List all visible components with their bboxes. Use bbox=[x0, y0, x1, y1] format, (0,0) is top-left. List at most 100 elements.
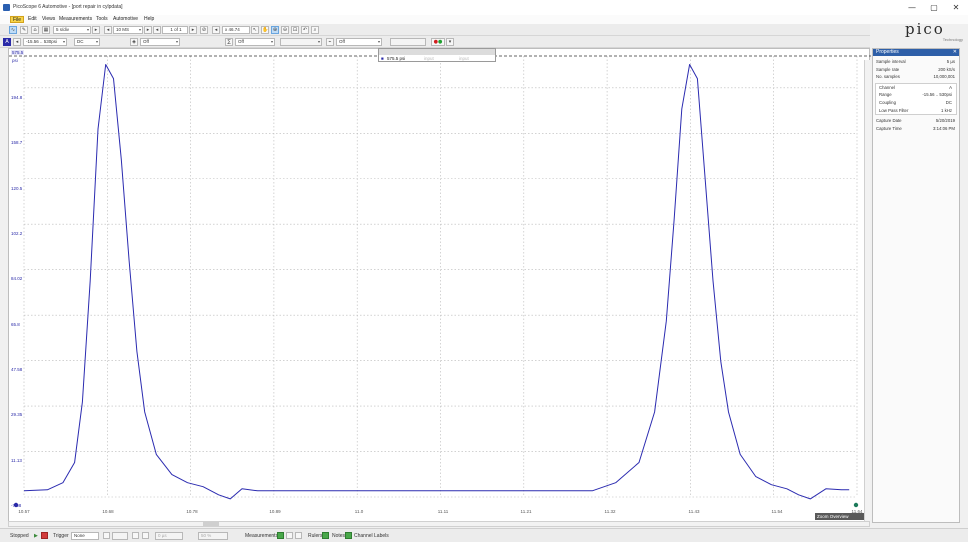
notes-toggle[interactable] bbox=[345, 532, 352, 539]
x-tick-label: 10.57 bbox=[18, 509, 30, 514]
probe-icon[interactable]: ◂ bbox=[13, 38, 21, 46]
time-ruler-handle bbox=[853, 502, 859, 508]
math-icon[interactable]: ∑ bbox=[225, 38, 233, 46]
zoom-level[interactable]: x 46.74 bbox=[222, 26, 250, 34]
rulers-toggle[interactable] bbox=[322, 532, 329, 539]
close-icon[interactable]: ✕ bbox=[953, 49, 957, 56]
ruler-value-badge[interactable]: 575.5 bbox=[11, 50, 25, 55]
menu-bar: File Edit Views Measurements Tools Autom… bbox=[0, 15, 968, 24]
pico-logo: pico Technology bbox=[905, 20, 963, 42]
buffer-prev-icon[interactable]: ◂ bbox=[153, 26, 161, 34]
probe-select: ▾ bbox=[280, 38, 322, 46]
trigger-edge-icon[interactable] bbox=[103, 532, 110, 539]
measurements-label: Measurements bbox=[245, 533, 279, 539]
ruler-value: 575.5 psi bbox=[387, 56, 406, 61]
stop-button[interactable] bbox=[41, 532, 48, 539]
buffer-next-icon[interactable]: ▸ bbox=[189, 26, 197, 34]
channel-a-badge[interactable]: A bbox=[3, 38, 11, 46]
play-icon[interactable]: ▶ bbox=[34, 533, 38, 539]
select-tool-icon[interactable]: ↖ bbox=[251, 26, 259, 34]
y-tick-label: 194.8 bbox=[11, 95, 23, 100]
maximize-button[interactable]: ▢ bbox=[925, 2, 943, 13]
zoom-decrease-icon[interactable]: ◂ bbox=[212, 26, 220, 34]
trigger-icon[interactable]: ⌁ bbox=[326, 38, 334, 46]
trigger-source-select[interactable]: Off ▾ bbox=[336, 38, 382, 46]
trigger-rising-icon[interactable] bbox=[132, 532, 139, 539]
zoom-region-icon[interactable]: ⊡ bbox=[291, 26, 299, 34]
scope-view[interactable]: 575.5 psi 194.8 158.7 120.5 102.2 84.02 … bbox=[8, 48, 871, 524]
samples-decrease-icon[interactable]: ◂ bbox=[104, 26, 112, 34]
filter-icon[interactable]: ◈ bbox=[130, 38, 138, 46]
horizontal-scrollbar[interactable] bbox=[8, 521, 870, 527]
hand-tool-icon[interactable]: ✋ bbox=[261, 26, 269, 34]
trigger-channel-select bbox=[112, 532, 128, 540]
ruler-legend-table[interactable]: ■ 575.5 psi input input bbox=[378, 48, 496, 62]
math-select[interactable]: Off ▾ bbox=[235, 38, 275, 46]
properties-panel: Properties ✕ Sample interval 5 µs Sample … bbox=[872, 48, 960, 523]
close-button[interactable]: ✕ bbox=[947, 2, 965, 13]
x-tick-label: 11.11 bbox=[437, 509, 449, 514]
menu-measurements[interactable]: Measurements bbox=[57, 16, 94, 23]
minimize-button[interactable]: — bbox=[903, 2, 921, 13]
zoom-fit-icon[interactable]: ⌕ bbox=[311, 26, 319, 34]
y-tick-label: -7.08 bbox=[11, 503, 22, 508]
persistence-icon[interactable]: ✎ bbox=[20, 26, 28, 34]
timebase-decrease-icon[interactable]: ▸ bbox=[92, 26, 100, 34]
channel-toolbar: A ◂ -15.56 .. 530psi ▾ DC ▾ ◈ Off ▾ ∑ Off ▾ … bbox=[0, 36, 870, 48]
title-bar: PicoScope 6 Automotive - [port repair in… bbox=[0, 0, 968, 15]
waveform-plot[interactable] bbox=[9, 49, 871, 524]
menu-edit[interactable]: Edit bbox=[26, 16, 39, 23]
capture-properties: Capture Date 5/20/2019 Capture Time 3:14:0… bbox=[876, 118, 955, 131]
y-tick-label: 84.02 bbox=[11, 276, 23, 281]
menu-views[interactable]: Views bbox=[40, 16, 57, 23]
menu-tools[interactable]: Tools bbox=[94, 16, 110, 23]
trigger-mode-select[interactable]: None bbox=[71, 532, 99, 540]
window-title: PicoScope 6 Automotive - [port repair in… bbox=[13, 4, 123, 10]
delete-measurement-button[interactable] bbox=[295, 532, 302, 539]
record-indicator-icon[interactable]: ●● bbox=[431, 38, 445, 46]
range-select[interactable]: -15.56 .. 530psi ▾ bbox=[23, 38, 67, 46]
trigger-level-field: 0 µs bbox=[155, 532, 183, 540]
trigger-falling-icon[interactable] bbox=[142, 532, 149, 539]
samples-select[interactable]: 10 MS ▾ bbox=[113, 26, 143, 34]
channel-setup-icon[interactable]: ▦ bbox=[42, 26, 50, 34]
scroll-thumb[interactable] bbox=[203, 522, 219, 526]
timebase-select[interactable]: 5 s/div ▾ bbox=[53, 26, 91, 34]
menu-file[interactable]: File bbox=[10, 16, 25, 23]
pretrigger-field: 50 % bbox=[198, 532, 228, 540]
x-tick-label: 11.0 bbox=[354, 509, 364, 514]
y-tick-label: 120.5 bbox=[11, 186, 23, 191]
vertical-scrollbar[interactable] bbox=[864, 60, 870, 522]
channel-properties: Channel A Range -15.56 .. 530psi Coupling D… bbox=[875, 82, 957, 116]
indicator-menu-icon[interactable]: ▾ bbox=[446, 38, 454, 46]
x-tick-label: 11.21 bbox=[520, 509, 532, 514]
zoom-out-icon[interactable]: ⊖ bbox=[281, 26, 289, 34]
channel-labels-label: Channel Labels bbox=[354, 533, 389, 539]
ruler-input-1[interactable]: input bbox=[424, 55, 434, 62]
menu-help[interactable]: Help bbox=[142, 16, 156, 23]
ruler-input-2[interactable]: input bbox=[459, 55, 469, 62]
x-tick-label: 10.89 bbox=[269, 509, 281, 514]
trigger-label: Trigger bbox=[53, 533, 69, 539]
capture-toolbar: ∿ ✎ ⌂ ▦ 5 s/div ▾ ▸ ◂ 10 MS ▾ ▸ ◂ 1 of 1 ▸… bbox=[0, 24, 870, 36]
zoom-overview-button[interactable]: Zoom Overview bbox=[815, 513, 869, 520]
buffer-position[interactable]: 1 of 1 bbox=[162, 26, 188, 34]
buffer-navigator-icon[interactable]: ⊘ bbox=[200, 26, 208, 34]
y-tick-label: 65.8 bbox=[11, 322, 20, 327]
ruler-legend-row: ■ 575.5 psi input input bbox=[379, 55, 495, 62]
y-tick-label: 102.2 bbox=[11, 231, 23, 236]
edit-measurement-button[interactable] bbox=[286, 532, 293, 539]
run-state: Stopped bbox=[10, 533, 29, 539]
samples-increase-icon[interactable]: ▸ bbox=[144, 26, 152, 34]
filter-select[interactable]: Off ▾ bbox=[140, 38, 180, 46]
undo-zoom-icon[interactable]: ↶ bbox=[301, 26, 309, 34]
zoom-in-icon[interactable]: ⊕ bbox=[271, 26, 279, 34]
coupling-select[interactable]: DC ▾ bbox=[74, 38, 100, 46]
menu-automotive[interactable]: Automotive bbox=[111, 16, 140, 23]
x-tick-label: 11.32 bbox=[604, 509, 616, 514]
spectrum-icon[interactable]: ⌂ bbox=[31, 26, 39, 34]
scope-mode-icon[interactable]: ∿ bbox=[9, 26, 17, 34]
notes-label: Notes bbox=[332, 533, 346, 539]
add-measurement-button[interactable] bbox=[277, 532, 284, 539]
general-properties: Sample interval 5 µs Sample rate 200 kS/s … bbox=[876, 59, 955, 80]
